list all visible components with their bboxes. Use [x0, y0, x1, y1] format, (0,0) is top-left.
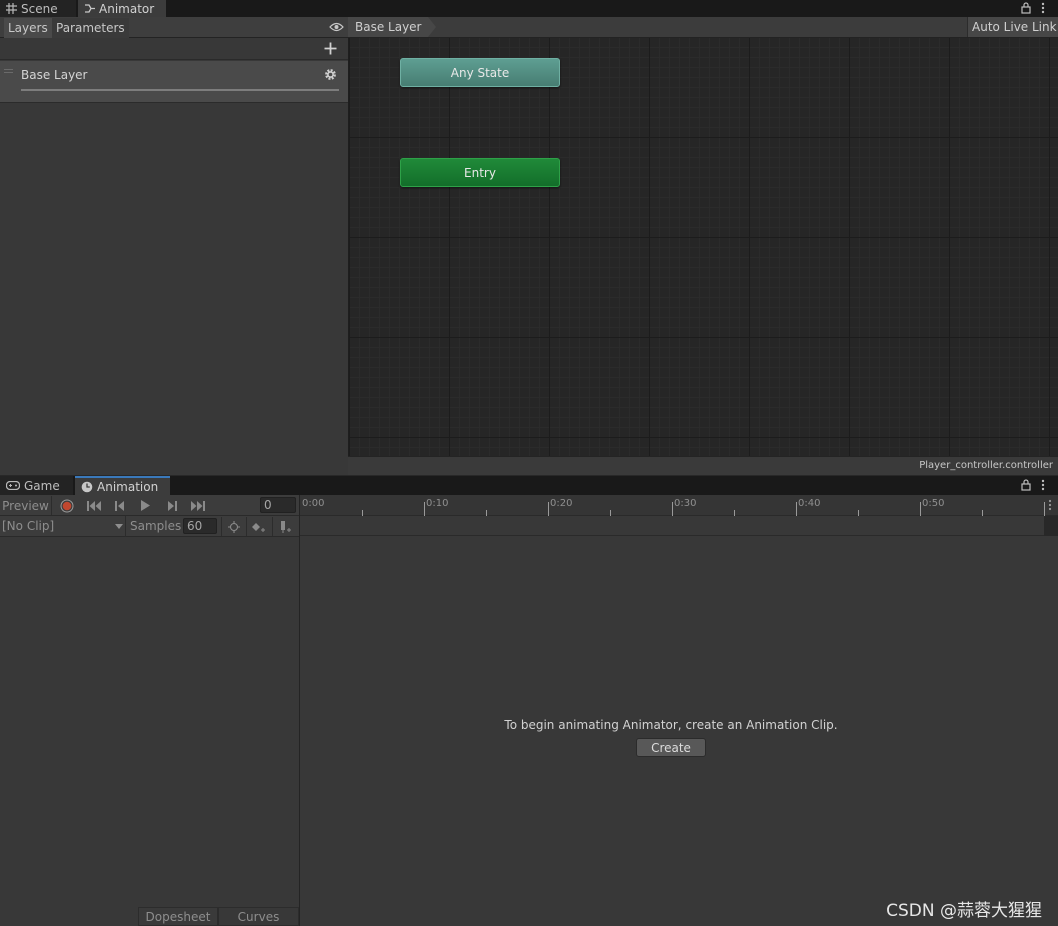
animator-icon [84, 3, 95, 14]
state-entry-label: Entry [464, 165, 496, 180]
bottom-tab-bar: Game Animation [0, 476, 1058, 495]
tab-animation-label: Animation [97, 479, 159, 494]
samples-field[interactable]: 60 [183, 518, 217, 534]
clock-icon [81, 481, 93, 493]
major-tick [548, 502, 549, 516]
previous-keyframe-button[interactable] [107, 496, 132, 515]
first-keyframe-button[interactable] [81, 496, 106, 515]
step-back-icon [114, 500, 125, 511]
samples-label: Samples [130, 519, 182, 533]
add-event-icon [280, 520, 292, 533]
clip-toolbar: [No Clip] Samples 60 [0, 516, 299, 537]
eye-icon[interactable] [329, 22, 344, 32]
auto-live-link-label: Auto Live Link [972, 20, 1057, 34]
empty-clip-message: To begin animating Animator, create an A… [504, 718, 838, 732]
tab-parameters[interactable]: Parameters [52, 18, 129, 38]
frame-field[interactable]: 0 [260, 497, 296, 513]
timeline-ruler[interactable]: 0:00 0:10 0:20 0:30 0:40 0:50 [300, 495, 1058, 516]
add-keyframe-button[interactable] [246, 517, 271, 536]
drag-handle-icon[interactable] [4, 69, 13, 73]
graph-header: Base Layer Auto Live Link [348, 17, 1058, 38]
skip-to-start-icon [86, 500, 101, 511]
layer-item-base-layer[interactable]: Base Layer [0, 61, 348, 103]
tab-layers[interactable]: Layers [4, 18, 52, 38]
step-forward-icon [167, 500, 177, 511]
animator-layers-panel: Layers Parameters Base Layer [0, 17, 348, 475]
grid-icon [6, 3, 17, 14]
next-keyframe-button[interactable] [159, 496, 184, 515]
major-tick [672, 502, 673, 516]
event-track[interactable] [300, 516, 1044, 536]
animation-left-panel: Preview 0 [No Clip] Samples 60 Dopesheet… [0, 495, 300, 926]
major-tick [1044, 502, 1045, 516]
kebab-menu-icon[interactable] [1048, 499, 1052, 511]
layer-weight-bar [21, 89, 339, 91]
preview-button[interactable]: Preview [0, 496, 52, 515]
major-tick [920, 502, 921, 516]
watermark: CSDN @蒜蓉大猩猩 [886, 901, 1042, 921]
clip-dropdown-value: [No Clip] [2, 519, 55, 533]
lock-icon[interactable] [1021, 479, 1031, 491]
skip-to-end-icon [190, 500, 205, 511]
controller-filename: Player_controller.controller [919, 460, 1053, 471]
add-keyframe-icon [252, 522, 266, 532]
major-tick [424, 502, 425, 516]
tab-dopesheet[interactable]: Dopesheet [138, 907, 218, 926]
tab-animator[interactable]: Animator [78, 0, 166, 17]
state-any-state[interactable]: Any State [400, 58, 560, 87]
add-layer-button[interactable] [324, 42, 337, 55]
add-layer-row [0, 38, 348, 60]
breadcrumb[interactable]: Base Layer [348, 17, 436, 37]
add-event-button[interactable] [272, 517, 298, 536]
tab-curves[interactable]: Curves [218, 907, 299, 926]
gamepad-icon [6, 481, 20, 490]
graph-footer: Player_controller.controller [348, 456, 1058, 475]
snap-button[interactable] [221, 517, 245, 536]
layers-header: Layers Parameters [0, 17, 348, 38]
kebab-menu-icon[interactable] [1041, 2, 1045, 14]
play-button[interactable] [133, 496, 158, 515]
tab-scene-label: Scene [21, 1, 58, 16]
chevron-down-icon [115, 524, 123, 529]
tab-animator-label: Animator [99, 1, 155, 16]
last-keyframe-button[interactable] [185, 496, 210, 515]
crosshair-icon [227, 520, 240, 533]
playback-toolbar: Preview 0 [0, 495, 299, 516]
state-machine-graph[interactable]: Any State Entry [348, 38, 1058, 456]
clip-dropdown[interactable]: [No Clip] [0, 516, 126, 537]
tab-scene[interactable]: Scene [0, 0, 76, 17]
gear-icon[interactable] [324, 68, 337, 81]
timeline-ticks [300, 495, 1058, 516]
state-entry[interactable]: Entry [400, 158, 560, 187]
top-tab-bar: Scene Animator [0, 0, 1058, 17]
layer-name: Base Layer [21, 68, 88, 82]
create-clip-button[interactable]: Create [636, 738, 706, 757]
tab-animation[interactable]: Animation [75, 476, 170, 495]
lock-icon[interactable] [1021, 2, 1031, 14]
play-icon [141, 500, 150, 511]
record-button[interactable] [54, 496, 79, 515]
auto-live-link-button[interactable]: Auto Live Link [967, 17, 1058, 37]
record-icon [60, 499, 74, 513]
major-tick [796, 502, 797, 516]
breadcrumb-base-layer: Base Layer [355, 20, 422, 34]
tab-game-label: Game [24, 478, 60, 493]
tab-game[interactable]: Game [0, 476, 73, 495]
kebab-menu-icon[interactable] [1041, 479, 1045, 491]
state-any-state-label: Any State [450, 65, 510, 80]
